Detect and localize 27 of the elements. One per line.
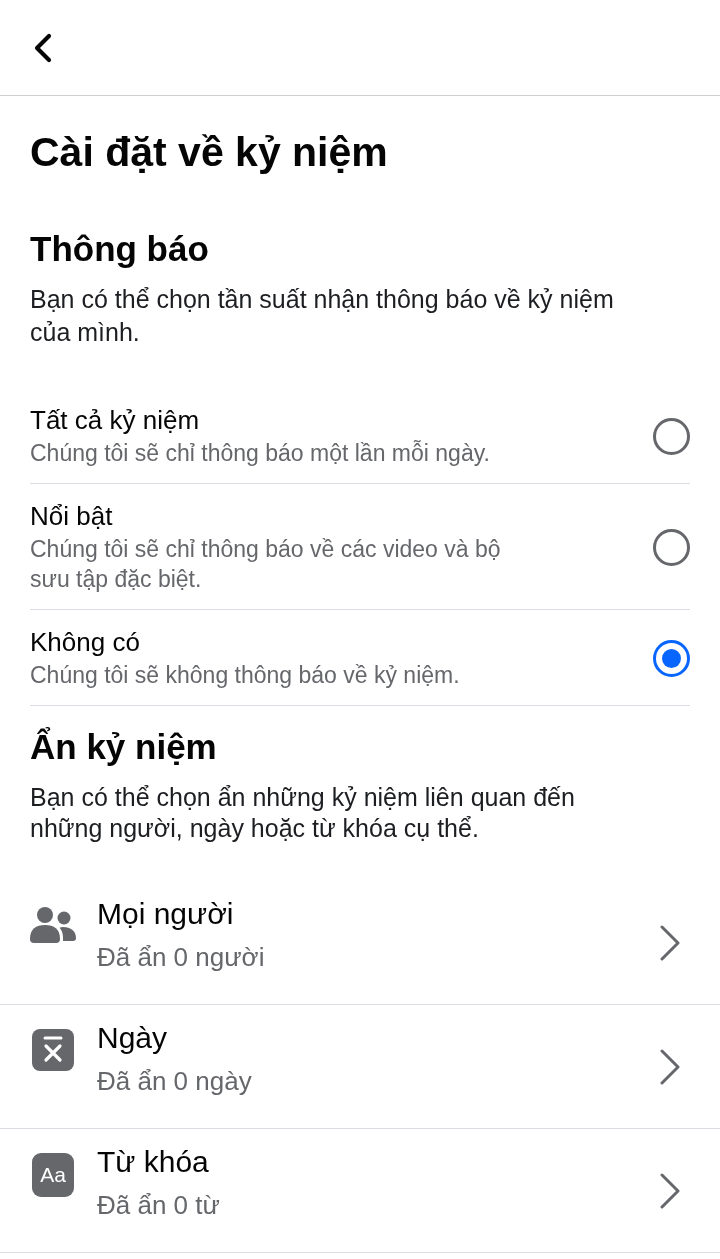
- page-title: Cài đặt về kỷ niệm: [30, 128, 388, 176]
- section-description: Bạn có thể chọn tần suất nhận thông báo về kỷ niệm của mình.: [30, 284, 615, 348]
- row-detail: Đã ẩn 0 từ: [97, 1190, 220, 1220]
- back-button[interactable]: [32, 32, 54, 63]
- option-description: Chúng tôi sẽ chỉ thông báo về các video và bộ sưu tập đặc biệt.: [30, 535, 502, 594]
- option-label: Nổi bật: [30, 501, 113, 531]
- row-title: Ngày: [97, 1021, 168, 1055]
- chevron-right-icon[interactable]: [660, 924, 680, 961]
- radio-button[interactable]: [653, 529, 690, 566]
- row-detail: Đã ẩn 0 ngày: [97, 1066, 252, 1096]
- row-title: Từ khóa: [97, 1145, 209, 1179]
- calendar-x-icon: [32, 1029, 74, 1071]
- section-description: Bạn có thể chọn ẩn những kỷ niệm liên quan đến những người, ngày hoặc từ khóa cụ thể.: [30, 782, 576, 844]
- people-icon: [30, 906, 76, 946]
- section-heading: Thông báo: [30, 229, 209, 269]
- option-label: Không có: [30, 627, 140, 657]
- row-title: Mọi người: [97, 897, 234, 931]
- option-description: Chúng tôi sẽ chỉ thông báo một lần mỗi ngày.: [30, 439, 490, 468]
- chevron-right-icon[interactable]: [660, 1048, 680, 1085]
- option-label: Tất cả kỷ niệm: [30, 405, 200, 435]
- section-heading: Ẩn kỷ niệm: [30, 727, 217, 767]
- row-detail: Đã ẩn 0 người: [97, 942, 265, 972]
- radio-button[interactable]: [653, 418, 690, 455]
- radio-button[interactable]: [653, 640, 690, 677]
- keyword-icon: Aa: [32, 1153, 74, 1197]
- chevron-right-icon[interactable]: [660, 1172, 680, 1209]
- option-description: Chúng tôi sẽ không thông báo về kỷ niệm.: [30, 661, 460, 690]
